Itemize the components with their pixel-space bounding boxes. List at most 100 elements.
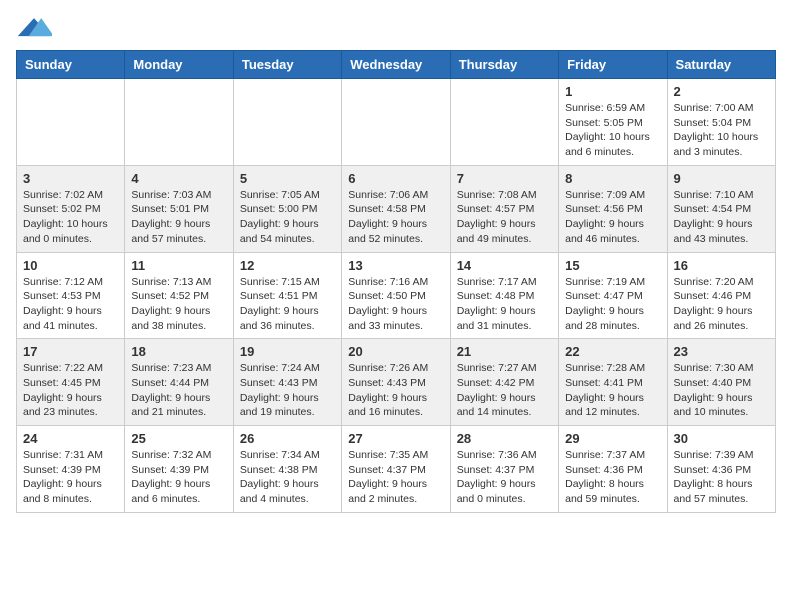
day-info: Sunrise: 7:02 AM Sunset: 5:02 PM Dayligh… (23, 188, 118, 247)
logo (16, 16, 56, 42)
calendar-cell: 12 Sunrise: 7:15 AM Sunset: 4:51 PM Dayli… (233, 252, 341, 339)
calendar-header-tuesday: Tuesday (233, 51, 341, 79)
calendar-cell (125, 79, 233, 166)
day-number: 1 (565, 84, 660, 99)
calendar-cell: 18 Sunrise: 7:23 AM Sunset: 4:44 PM Dayli… (125, 339, 233, 426)
day-info: Sunrise: 7:03 AM Sunset: 5:01 PM Dayligh… (131, 188, 226, 247)
day-info: Sunrise: 7:23 AM Sunset: 4:44 PM Dayligh… (131, 361, 226, 420)
day-number: 2 (674, 84, 769, 99)
day-info: Sunrise: 7:12 AM Sunset: 4:53 PM Dayligh… (23, 275, 118, 334)
day-info: Sunrise: 7:13 AM Sunset: 4:52 PM Dayligh… (131, 275, 226, 334)
calendar-cell: 21 Sunrise: 7:27 AM Sunset: 4:42 PM Dayli… (450, 339, 558, 426)
calendar-week-row: 17Sunrise: 7:22 AM Sunset: 4:45 PM Dayli… (17, 339, 776, 426)
calendar-header-monday: Monday (125, 51, 233, 79)
day-number: 11 (131, 258, 226, 273)
calendar-cell: 14 Sunrise: 7:17 AM Sunset: 4:48 PM Dayli… (450, 252, 558, 339)
calendar-header-saturday: Saturday (667, 51, 775, 79)
day-number: 7 (457, 171, 552, 186)
calendar-cell: 19 Sunrise: 7:24 AM Sunset: 4:43 PM Dayli… (233, 339, 341, 426)
day-info: Sunrise: 7:35 AM Sunset: 4:37 PM Dayligh… (348, 448, 443, 507)
calendar-cell: 29Sunrise: 7:37 AM Sunset: 4:36 PM Dayli… (559, 426, 667, 513)
calendar-cell: 26 Sunrise: 7:34 AM Sunset: 4:38 PM Dayli… (233, 426, 341, 513)
calendar-week-row: 10 Sunrise: 7:12 AM Sunset: 4:53 PM Dayli… (17, 252, 776, 339)
day-info: Sunrise: 7:28 AM Sunset: 4:41 PM Dayligh… (565, 361, 660, 420)
calendar-cell: 11 Sunrise: 7:13 AM Sunset: 4:52 PM Dayli… (125, 252, 233, 339)
day-number: 8 (565, 171, 660, 186)
day-number: 9 (674, 171, 769, 186)
calendar-header-friday: Friday (559, 51, 667, 79)
day-number: 27 (348, 431, 443, 446)
calendar: SundayMondayTuesdayWednesdayThursdayFrid… (16, 50, 776, 513)
day-info: Sunrise: 7:16 AM Sunset: 4:50 PM Dayligh… (348, 275, 443, 334)
calendar-cell (342, 79, 450, 166)
logo-icon (16, 16, 52, 40)
day-number: 18 (131, 344, 226, 359)
day-number: 13 (348, 258, 443, 273)
calendar-cell: 7 Sunrise: 7:08 AM Sunset: 4:57 PM Daylig… (450, 165, 558, 252)
day-info: Sunrise: 7:39 AM Sunset: 4:36 PM Dayligh… (674, 448, 769, 507)
day-info: Sunrise: 7:00 AM Sunset: 5:04 PM Dayligh… (674, 101, 769, 160)
calendar-cell (450, 79, 558, 166)
calendar-cell: 22 Sunrise: 7:28 AM Sunset: 4:41 PM Dayli… (559, 339, 667, 426)
day-number: 6 (348, 171, 443, 186)
day-number: 24 (23, 431, 118, 446)
day-info: Sunrise: 7:19 AM Sunset: 4:47 PM Dayligh… (565, 275, 660, 334)
day-info: Sunrise: 6:59 AM Sunset: 5:05 PM Dayligh… (565, 101, 660, 160)
day-number: 20 (348, 344, 443, 359)
day-number: 22 (565, 344, 660, 359)
day-number: 26 (240, 431, 335, 446)
day-number: 23 (674, 344, 769, 359)
day-info: Sunrise: 7:30 AM Sunset: 4:40 PM Dayligh… (674, 361, 769, 420)
day-number: 5 (240, 171, 335, 186)
calendar-header-thursday: Thursday (450, 51, 558, 79)
day-info: Sunrise: 7:15 AM Sunset: 4:51 PM Dayligh… (240, 275, 335, 334)
calendar-week-row: 3 Sunrise: 7:02 AM Sunset: 5:02 PM Daylig… (17, 165, 776, 252)
calendar-header-sunday: Sunday (17, 51, 125, 79)
calendar-cell: 24 Sunrise: 7:31 AM Sunset: 4:39 PM Dayli… (17, 426, 125, 513)
day-info: Sunrise: 7:24 AM Sunset: 4:43 PM Dayligh… (240, 361, 335, 420)
day-info: Sunrise: 7:36 AM Sunset: 4:37 PM Dayligh… (457, 448, 552, 507)
day-info: Sunrise: 7:05 AM Sunset: 5:00 PM Dayligh… (240, 188, 335, 247)
day-number: 30 (674, 431, 769, 446)
day-info: Sunrise: 7:20 AM Sunset: 4:46 PM Dayligh… (674, 275, 769, 334)
day-info: Sunrise: 7:27 AM Sunset: 4:42 PM Dayligh… (457, 361, 552, 420)
calendar-cell: 20 Sunrise: 7:26 AM Sunset: 4:43 PM Dayli… (342, 339, 450, 426)
day-number: 28 (457, 431, 552, 446)
calendar-cell: 5 Sunrise: 7:05 AM Sunset: 5:00 PM Daylig… (233, 165, 341, 252)
day-info: Sunrise: 7:31 AM Sunset: 4:39 PM Dayligh… (23, 448, 118, 507)
calendar-cell: 23 Sunrise: 7:30 AM Sunset: 4:40 PM Dayli… (667, 339, 775, 426)
day-info: Sunrise: 7:26 AM Sunset: 4:43 PM Dayligh… (348, 361, 443, 420)
day-number: 4 (131, 171, 226, 186)
header (16, 16, 776, 42)
day-number: 12 (240, 258, 335, 273)
calendar-cell: 1 Sunrise: 6:59 AM Sunset: 5:05 PM Daylig… (559, 79, 667, 166)
calendar-cell: 10 Sunrise: 7:12 AM Sunset: 4:53 PM Dayli… (17, 252, 125, 339)
calendar-header-wednesday: Wednesday (342, 51, 450, 79)
calendar-cell: 15 Sunrise: 7:19 AM Sunset: 4:47 PM Dayli… (559, 252, 667, 339)
calendar-cell: 6 Sunrise: 7:06 AM Sunset: 4:58 PM Daylig… (342, 165, 450, 252)
day-number: 3 (23, 171, 118, 186)
calendar-week-row: 24 Sunrise: 7:31 AM Sunset: 4:39 PM Dayli… (17, 426, 776, 513)
calendar-cell: 8 Sunrise: 7:09 AM Sunset: 4:56 PM Daylig… (559, 165, 667, 252)
day-number: 25 (131, 431, 226, 446)
calendar-cell: 3 Sunrise: 7:02 AM Sunset: 5:02 PM Daylig… (17, 165, 125, 252)
day-number: 19 (240, 344, 335, 359)
calendar-cell: 4 Sunrise: 7:03 AM Sunset: 5:01 PM Daylig… (125, 165, 233, 252)
day-info: Sunrise: 7:06 AM Sunset: 4:58 PM Dayligh… (348, 188, 443, 247)
day-number: 10 (23, 258, 118, 273)
day-number: 15 (565, 258, 660, 273)
calendar-cell: 25 Sunrise: 7:32 AM Sunset: 4:39 PM Dayli… (125, 426, 233, 513)
day-number: 14 (457, 258, 552, 273)
day-info: Sunrise: 7:17 AM Sunset: 4:48 PM Dayligh… (457, 275, 552, 334)
day-info: Sunrise: 7:34 AM Sunset: 4:38 PM Dayligh… (240, 448, 335, 507)
day-number: 16 (674, 258, 769, 273)
day-number: 21 (457, 344, 552, 359)
calendar-cell: 28 Sunrise: 7:36 AM Sunset: 4:37 PM Dayli… (450, 426, 558, 513)
calendar-cell: 17Sunrise: 7:22 AM Sunset: 4:45 PM Dayli… (17, 339, 125, 426)
day-info: Sunrise: 7:32 AM Sunset: 4:39 PM Dayligh… (131, 448, 226, 507)
day-info: Sunrise: 7:10 AM Sunset: 4:54 PM Dayligh… (674, 188, 769, 247)
day-info: Sunrise: 7:09 AM Sunset: 4:56 PM Dayligh… (565, 188, 660, 247)
day-number: 29 (565, 431, 660, 446)
day-info: Sunrise: 7:08 AM Sunset: 4:57 PM Dayligh… (457, 188, 552, 247)
calendar-week-row: 1 Sunrise: 6:59 AM Sunset: 5:05 PM Daylig… (17, 79, 776, 166)
